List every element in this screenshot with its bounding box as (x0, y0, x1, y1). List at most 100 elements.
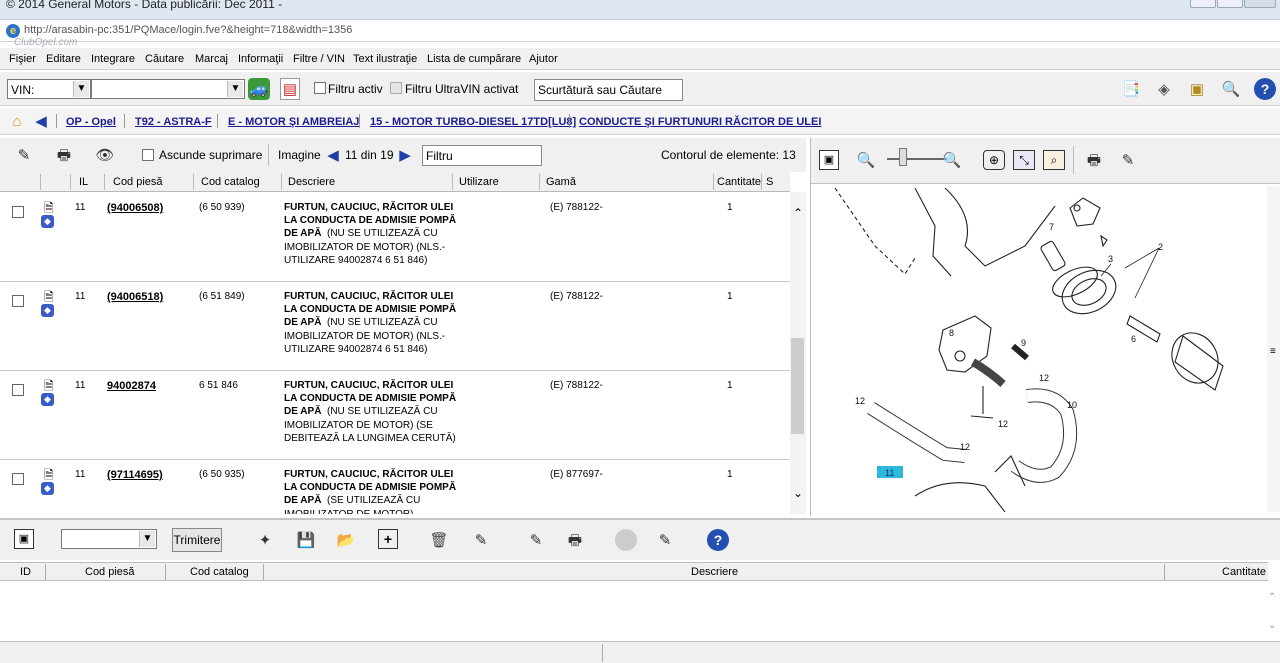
col-part-number[interactable]: Cod piesă (85, 566, 135, 578)
scroll-down-icon[interactable]: ⌄ (791, 486, 805, 500)
list-select[interactable]: ▼ (61, 529, 157, 549)
zoom-in-icon[interactable]: 🔍 (941, 150, 963, 170)
breadcrumb-brand[interactable]: OP - Opel (66, 116, 116, 128)
breadcrumb-section[interactable]: CONDUCTE ŞI FURTUNURI RĂCITOR DE ULEI (579, 116, 821, 128)
maximize-icon[interactable] (1217, 0, 1243, 8)
menu-help[interactable]: Ajutor (529, 53, 558, 65)
col-range[interactable]: Gamă (546, 176, 576, 188)
cell-part-number[interactable]: (94006508) (107, 202, 163, 214)
chevron-down-icon[interactable]: ▼ (139, 531, 155, 547)
breadcrumb-engine[interactable]: 15 - MOTOR TURBO-DIESEL 17TD[LU8] (370, 116, 576, 128)
col-id[interactable]: ID (20, 566, 31, 578)
document-icon[interactable]: ▤ (280, 78, 300, 100)
vin-input[interactable]: ▼ (91, 79, 245, 99)
add-icon[interactable]: + (378, 529, 398, 549)
book-icon[interactable]: ◆ (41, 393, 54, 406)
car-icon[interactable]: 🚙 (248, 78, 270, 100)
new-list-icon[interactable]: ✦ (254, 529, 276, 551)
menu-file[interactable]: Fişier (9, 53, 36, 65)
breadcrumb-group[interactable]: E - MOTOR ŞI AMBREIAJ (228, 116, 359, 128)
table-row[interactable]: 🗎 ◆ 11 (94006508) (6 50 939) FURTUN, CAU… (0, 194, 790, 282)
menu-filters-vin[interactable]: Filtre / VIN (293, 53, 345, 65)
menu-info[interactable]: Informaţii (238, 53, 283, 65)
col-usage[interactable]: Utilizare (459, 176, 499, 188)
save-icon[interactable]: 💾 (295, 529, 317, 551)
window-icon[interactable]: ▣ (819, 150, 839, 170)
layers-icon[interactable]: ◈ (1153, 78, 1175, 100)
col-description[interactable]: Descriere (691, 566, 738, 578)
table-row[interactable]: 🗎 ◆ 11 (97114695) (6 50 935) FURTUN, CAU… (0, 461, 790, 514)
col-quantity[interactable]: Cantitate (717, 176, 761, 188)
row-checkbox[interactable] (12, 206, 24, 218)
cell-part-number[interactable]: (97114695) (107, 469, 163, 481)
menu-bookmark[interactable]: Marcaj (195, 53, 228, 65)
col-part-number[interactable]: Cod piesă (113, 176, 163, 188)
illustration-scrollbar[interactable]: ≡ (1267, 186, 1280, 512)
book-icon[interactable]: ◆ (41, 304, 54, 317)
menu-integrate[interactable]: Integrare (91, 53, 135, 65)
url-text[interactable]: http://arasabin-pc:351/PQMace/login.fve?… (24, 24, 352, 36)
close-icon[interactable] (1244, 0, 1276, 8)
zoom-area-icon[interactable]: ⌕ (1043, 150, 1065, 170)
save-icon[interactable]: ▣ (1186, 78, 1208, 100)
zoom-slider[interactable] (887, 158, 947, 160)
print-icon[interactable]: 🖶 (52, 144, 76, 166)
cell-part-number[interactable]: 94002874 (107, 380, 156, 392)
chevron-down-icon[interactable]: ▼ (73, 81, 89, 97)
col-s[interactable]: S (766, 176, 773, 188)
vin-type-select[interactable]: VIN: ▼ (7, 79, 91, 99)
menu-search[interactable]: Căutare (145, 53, 184, 65)
back-arrow-icon[interactable]: ◀ (34, 112, 48, 130)
address-bar[interactable]: e http://arasabin-pc:351/PQMace/login.fv… (0, 20, 1280, 48)
filter-active-checkbox[interactable] (314, 82, 326, 94)
menu-edit[interactable]: Editare (46, 53, 81, 65)
exploded-parts-diagram[interactable]: 7 2 3 6 8 9 12 10 12 12 12 11 (815, 186, 1267, 512)
parts-list-scrollbar[interactable]: ⌃ ⌄ (790, 192, 806, 514)
filter-input[interactable]: Filtru (422, 145, 542, 166)
filter-ultravin-checkbox[interactable] (390, 82, 402, 94)
scroll-up-icon[interactable]: ⌃ (791, 206, 805, 220)
scroll-grip-icon[interactable]: ≡ (1270, 346, 1276, 357)
next-image-icon[interactable]: ▶ (399, 147, 411, 163)
scrollbar-thumb[interactable] (791, 338, 804, 434)
search-input[interactable]: Scurtătură sau Căutare (534, 79, 683, 101)
print-icon[interactable]: 🖶 (564, 529, 586, 551)
col-catalog-code[interactable]: Cod catalog (201, 176, 260, 188)
callout-label-selected[interactable]: 11 (885, 468, 894, 478)
scroll-up-icon[interactable]: ⌃ (1268, 592, 1276, 603)
home-icon[interactable]: ⌂ (8, 112, 26, 130)
trash-icon[interactable]: 🗑 (428, 529, 450, 551)
row-checkbox[interactable] (12, 295, 24, 307)
help-icon[interactable]: ? (707, 529, 729, 551)
minimize-icon[interactable] (1190, 0, 1216, 8)
edit-list-icon[interactable]: ✎ (470, 529, 492, 551)
col-quantity[interactable]: Cantitate (1222, 566, 1266, 578)
book-icon[interactable]: ◆ (41, 215, 54, 228)
edit-icon[interactable]: ✎ (654, 529, 676, 551)
table-row[interactable]: 🗎 ◆ 11 (94006518) (6 51 849) FURTUN, CAU… (0, 283, 790, 371)
breadcrumb-model[interactable]: T92 - ASTRA-F (135, 116, 212, 128)
fit-to-window-icon[interactable]: ⊕ (983, 150, 1005, 170)
row-checkbox[interactable] (12, 473, 24, 485)
open-folder-icon[interactable]: 📂 (335, 529, 357, 551)
menu-illustration-text[interactable]: Text ilustraţie (353, 53, 417, 65)
print-icon[interactable]: 🖶 (1083, 150, 1105, 170)
scroll-down-icon[interactable]: ⌄ (1268, 620, 1276, 631)
menu-shopping-list[interactable]: Lista de cumpărare (427, 53, 521, 65)
table-row[interactable]: 🗎 ◆ 11 94002874 6 51 846 FURTUN, CAUCIUC… (0, 372, 790, 460)
chevron-down-icon[interactable]: ▼ (227, 81, 243, 97)
shopping-list-scrollbar[interactable]: ⌃ ⌄ (1266, 590, 1280, 640)
help-icon[interactable]: ? (1254, 78, 1276, 100)
cell-part-number[interactable]: (94006518) (107, 291, 163, 303)
bookmark-icon[interactable]: 📑 (1120, 78, 1142, 100)
hide-deleted-checkbox[interactable] (142, 149, 154, 161)
find-icon[interactable]: 🔍 (1220, 78, 1242, 100)
zoom-out-icon[interactable]: 🔍 (855, 150, 877, 170)
note-icon[interactable]: ✎ (525, 529, 547, 551)
col-catalog-code[interactable]: Cod catalog (190, 566, 249, 578)
edit-icon[interactable]: ✎ (1117, 150, 1139, 170)
row-checkbox[interactable] (12, 384, 24, 396)
send-button[interactable]: Trimitere (172, 528, 222, 552)
col-il[interactable]: IL (79, 176, 88, 188)
zoom-slider-handle[interactable] (899, 148, 907, 166)
